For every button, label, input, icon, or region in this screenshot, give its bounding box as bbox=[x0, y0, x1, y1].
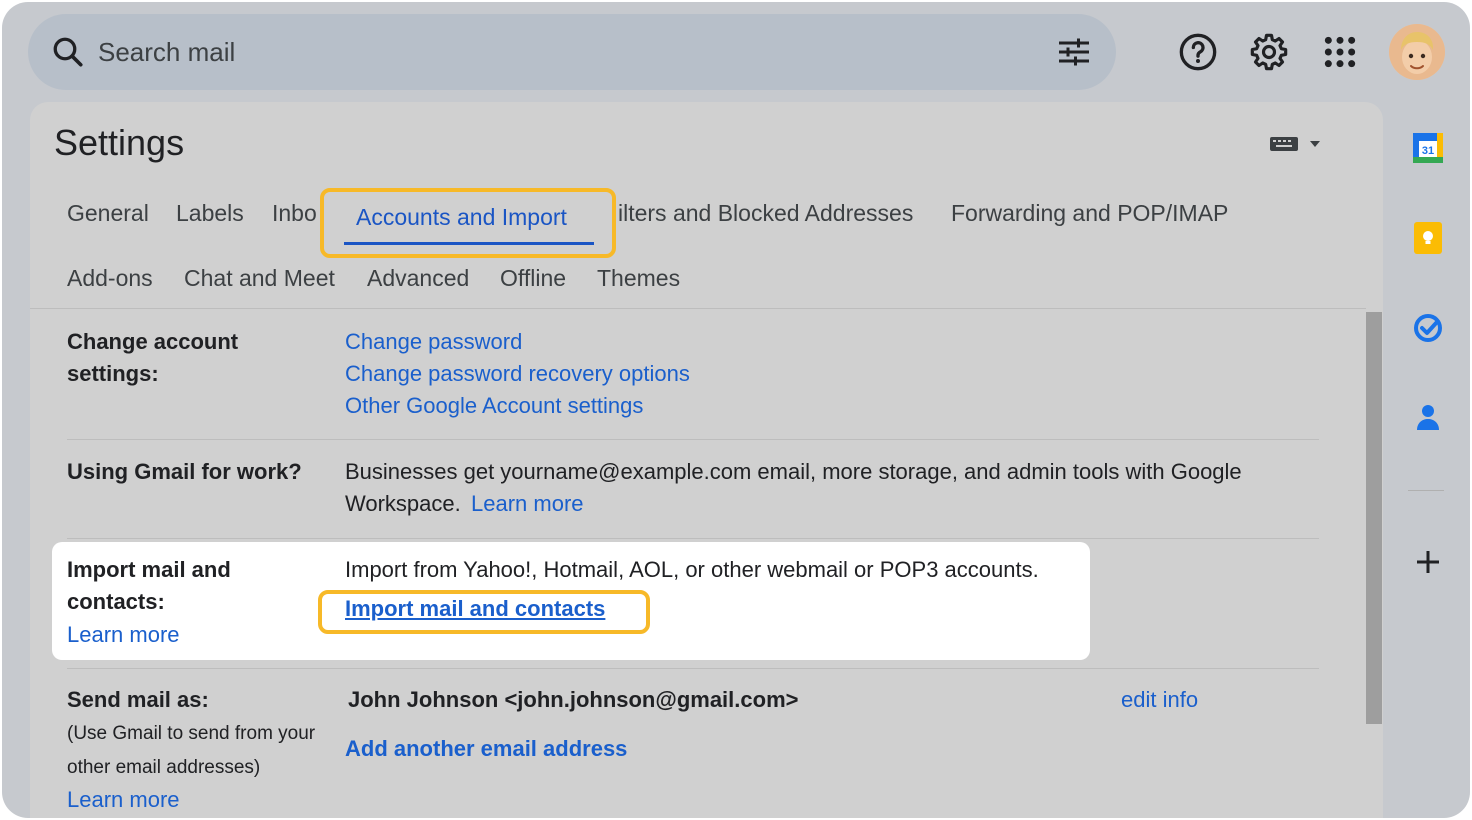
apps-grid-icon[interactable] bbox=[1320, 32, 1360, 72]
workspace-learn-more-link[interactable]: Learn more bbox=[471, 488, 584, 520]
gmail-window: Search mail Settings General Labels Inbo… bbox=[2, 2, 1470, 818]
send-mail-as-note-line1: (Use Gmail to send from your bbox=[67, 723, 316, 744]
import-label-line2: contacts: bbox=[67, 589, 165, 614]
calendar-date: 31 bbox=[1422, 145, 1434, 157]
keyboard-dropdown-icon[interactable] bbox=[1268, 134, 1326, 154]
google-account-settings-link[interactable]: Other Google Account settings bbox=[345, 390, 643, 422]
tasks-icon[interactable] bbox=[1408, 308, 1448, 348]
calendar-icon[interactable]: 31 bbox=[1408, 128, 1448, 168]
page-title: Settings bbox=[54, 122, 185, 163]
tab-offline[interactable]: Offline bbox=[500, 265, 566, 292]
tab-forwarding-and-pop-imap[interactable]: Forwarding and POP/IMAP bbox=[951, 200, 1228, 227]
send-as-identity: John Johnson <john.johnson@gmail.com> bbox=[348, 687, 799, 712]
import-label-line1: Import mail and bbox=[67, 557, 231, 582]
import-mail-and-contacts-link[interactable]: Import mail and contacts bbox=[345, 596, 605, 622]
rail-divider bbox=[1408, 490, 1444, 491]
tab-advanced[interactable]: Advanced bbox=[367, 265, 469, 292]
gear-icon[interactable] bbox=[1249, 32, 1289, 72]
tune-icon[interactable] bbox=[1056, 34, 1092, 70]
active-tab-indicator bbox=[344, 242, 594, 245]
tab-general[interactable]: General bbox=[67, 200, 149, 227]
tab-chat-and-meet[interactable]: Chat and Meet bbox=[184, 265, 335, 292]
change-account-label-line1: Change account bbox=[67, 329, 239, 354]
avatar[interactable] bbox=[1389, 24, 1445, 80]
section-divider bbox=[67, 538, 1319, 539]
tab-accounts-and-import[interactable]: Accounts and Import bbox=[320, 188, 616, 258]
edit-info-link[interactable]: edit info bbox=[1121, 684, 1198, 716]
tab-filters-and-blocked-addresses[interactable]: ilters and Blocked Addresses bbox=[618, 200, 913, 227]
change-recovery-options-link[interactable]: Change password recovery options bbox=[345, 358, 690, 390]
import-mail-and-contacts-button[interactable]: Import mail and contacts bbox=[318, 590, 650, 634]
tab-labels[interactable]: Labels bbox=[176, 200, 244, 227]
search-icon[interactable] bbox=[50, 34, 86, 70]
search-input[interactable]: Search mail bbox=[98, 14, 235, 90]
gmail-for-work-label: Using Gmail for work? bbox=[67, 459, 302, 484]
section-divider bbox=[67, 439, 1319, 440]
memoji-avatar-icon bbox=[1389, 24, 1445, 80]
import-learn-more-link[interactable]: Learn more bbox=[67, 619, 180, 651]
section-divider bbox=[67, 668, 1319, 669]
send-as-learn-more-link[interactable]: Learn more bbox=[67, 784, 180, 816]
contacts-icon[interactable] bbox=[1408, 398, 1448, 438]
send-mail-as-label: Send mail as: bbox=[67, 687, 209, 712]
import-description: Import from Yahoo!, Hotmail, AOL, or oth… bbox=[345, 557, 1039, 582]
change-password-link[interactable]: Change password bbox=[345, 326, 522, 358]
tab-themes[interactable]: Themes bbox=[597, 265, 680, 292]
search-bar[interactable]: Search mail bbox=[28, 14, 1116, 90]
plus-icon[interactable] bbox=[1408, 542, 1448, 582]
send-mail-as-note-line2: other email addresses) bbox=[67, 757, 261, 778]
gmail-for-work-text-line2: Workspace. bbox=[345, 491, 461, 516]
scrollbar-thumb[interactable] bbox=[1366, 312, 1382, 724]
keep-icon[interactable] bbox=[1408, 218, 1448, 258]
tab-inbox[interactable]: Inbo bbox=[272, 200, 320, 227]
settings-panel: Settings General Labels Inbo Accounts an… bbox=[30, 102, 1383, 818]
tab-add-ons[interactable]: Add-ons bbox=[67, 265, 153, 292]
tabs-divider bbox=[30, 308, 1366, 309]
change-account-label-line2: settings: bbox=[67, 361, 159, 386]
gmail-for-work-text: Businesses get yourname@example.com emai… bbox=[345, 459, 1242, 484]
tab-accounts-and-import-label: Accounts and Import bbox=[356, 204, 567, 230]
add-another-email-link[interactable]: Add another email address bbox=[345, 733, 627, 765]
help-icon[interactable] bbox=[1178, 32, 1218, 72]
